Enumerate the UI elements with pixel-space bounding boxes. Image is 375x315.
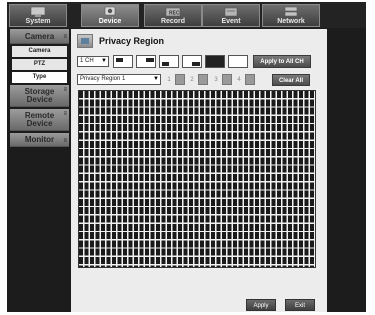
exit-label: Exit [294,303,305,309]
chevron-down-icon: ▼ [153,76,159,82]
region-number-1: 1 [167,77,171,83]
tab-network[interactable]: Network [262,4,320,27]
tab-event[interactable]: Event [202,4,260,27]
right-panel [328,29,366,312]
chevron-down-icon: ▼ [101,58,107,64]
page-title: Privacy Region [99,36,165,46]
apply-to-all-ch-button[interactable]: Apply to All CH [253,55,311,68]
mask-layout-button-empty[interactable] [228,55,248,68]
mask-layout-button-1[interactable] [113,55,133,68]
apply-label: Apply [253,303,269,309]
exit-button[interactable]: Exit [285,299,315,311]
sidebar-item-storage-device[interactable]: Storage Device ≡ [10,85,69,107]
apply-button[interactable]: Apply [246,299,276,311]
sidebar-item-remote-device[interactable]: Remote Device ≡ [10,109,69,131]
tab-network-label: Network [277,18,305,25]
event-icon [224,7,238,17]
sidebar-item-storage-label-2: Device [26,95,53,104]
tab-system[interactable]: System [9,4,67,27]
main-panel: Privacy Region 1 CH ▼ Apply to All CH Pr… [71,29,327,312]
privacy-mask-grid[interactable] [78,90,316,268]
tab-device-label: Device [98,18,122,25]
sidebar-sub-camera[interactable]: Camera [12,46,67,57]
mask-layout-button-3[interactable] [159,55,179,68]
svg-text:REC: REC [169,11,180,17]
sidebar-sub-camera-label: Camera [28,48,51,54]
region-number-3: 3 [214,77,218,83]
expand-marker-icon: ≡ [63,87,67,93]
network-icon [284,6,298,17]
privacy-region-select-value: Privacy Region 1 [80,76,126,82]
tab-record-label: Record [160,18,186,25]
top-nav: System Device REC Record Event Network [7,2,366,28]
sidebar-sub-type-label: Type [32,74,47,80]
camera-icon [104,6,116,16]
region-1-swatch[interactable] [175,74,185,85]
sidebar-sub-ptz-label: PTZ [33,61,46,67]
channel-select-value: 1 CH [80,58,94,64]
region-4-swatch[interactable] [245,74,255,85]
region-3-swatch[interactable] [222,74,232,85]
mask-layout-button-2[interactable] [136,55,156,68]
tab-system-label: System [25,18,51,25]
mask-layout-button-full[interactable] [205,55,225,68]
tab-record[interactable]: REC Record [144,4,202,27]
tab-event-label: Event [221,18,241,25]
region-number-2: 2 [190,77,194,83]
record-icon: REC [165,7,181,17]
privacy-region-icon [77,34,93,48]
expand-marker-icon: ≡ [63,34,67,40]
sidebar-item-camera[interactable]: Camera ≡ [10,29,69,44]
clear-all-label: Clear All [278,78,304,84]
sidebar-item-monitor[interactable]: Monitor ≡ [10,133,69,147]
privacy-region-select[interactable]: Privacy Region 1 ▼ [77,74,161,85]
channel-select[interactable]: 1 CH ▼ [77,56,109,67]
expand-marker-icon: ≡ [63,111,67,117]
tab-device[interactable]: Device [81,4,139,27]
system-monitor-icon [30,6,46,17]
region-number-4: 4 [237,77,241,83]
sidebar-item-monitor-label: Monitor [24,135,55,144]
clear-all-button[interactable]: Clear All [272,74,310,86]
sidebar: Camera ≡ Camera PTZ Type Storage Device … [10,29,69,309]
sidebar-sub-ptz[interactable]: PTZ [12,59,67,70]
sidebar-item-camera-label: Camera [24,32,55,41]
sidebar-sub-type[interactable]: Type [12,72,67,83]
region-2-swatch[interactable] [198,74,208,85]
sidebar-item-remote-label-2: Device [26,119,53,128]
mask-layout-button-4[interactable] [182,55,202,68]
apply-to-all-ch-label: Apply to All CH [260,59,304,65]
dvr-window: System Device REC Record Event Network C… [7,2,366,312]
expand-marker-icon: ≡ [63,138,67,144]
